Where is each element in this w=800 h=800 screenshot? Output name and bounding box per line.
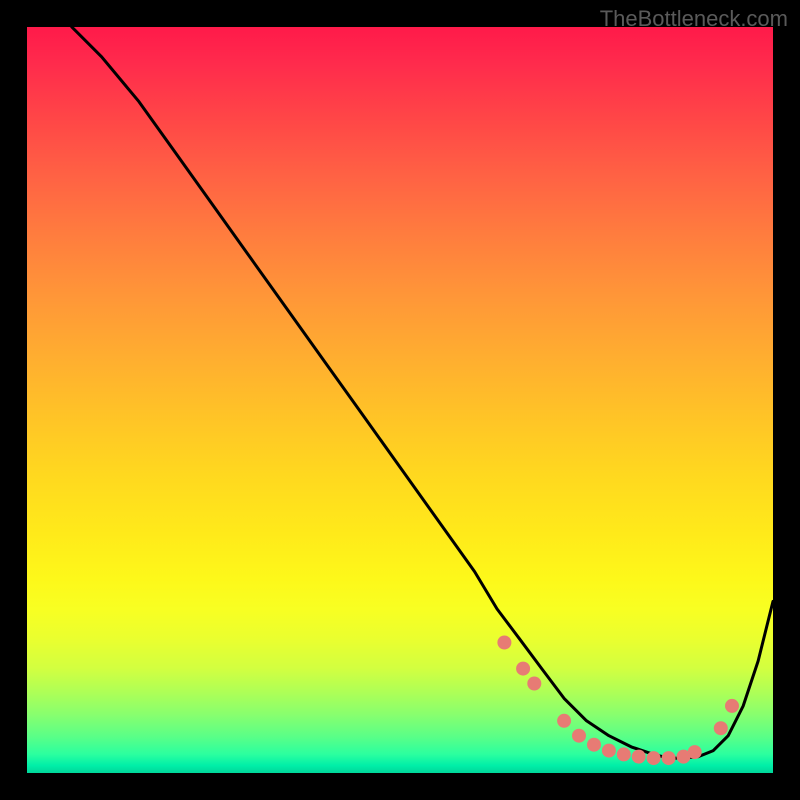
curve-markers: [497, 636, 739, 766]
watermark-text: TheBottleneck.com: [600, 6, 788, 32]
plot-area: [27, 27, 773, 773]
curve-line: [72, 27, 773, 758]
chart-svg: [27, 27, 773, 773]
